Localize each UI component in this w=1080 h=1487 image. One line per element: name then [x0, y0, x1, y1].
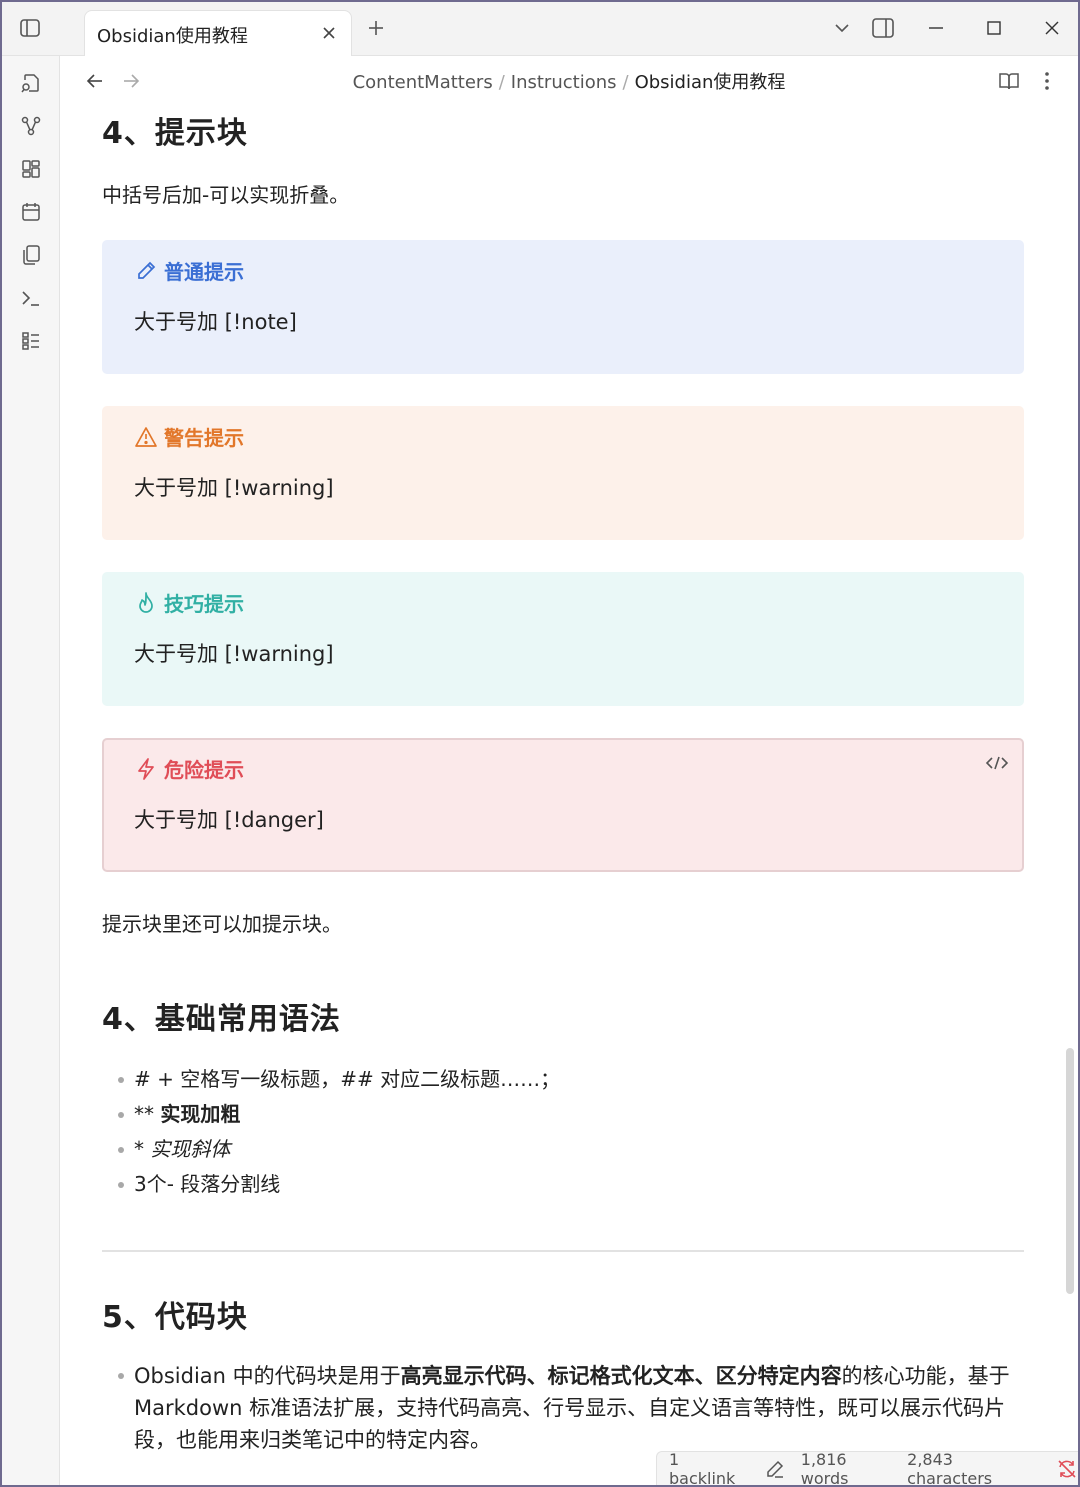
open-quick-switcher-icon[interactable] — [18, 70, 44, 96]
command-palette-icon[interactable] — [18, 285, 44, 311]
graph-view-icon[interactable] — [18, 113, 44, 139]
callout-tip[interactable]: 技巧提示 大于号加 [!warning] — [102, 572, 1024, 706]
text: Obsidian 中的代码块是用于 — [134, 1364, 401, 1388]
daily-note-icon[interactable] — [18, 199, 44, 225]
zap-icon — [134, 757, 158, 781]
breadcrumb: ContentMatters / Instructions / Obsidian使用教程 — [60, 68, 1078, 94]
callout-title-text: 警告提示 — [164, 426, 244, 450]
reading-view-icon[interactable] — [996, 68, 1022, 94]
list-item: 3个- 段落分割线 — [116, 1167, 560, 1202]
callout-body: 大于号加 [!warning] — [134, 642, 334, 666]
more-options-icon[interactable] — [1034, 68, 1060, 94]
left-ribbon — [2, 56, 60, 1485]
app-window: Obsidian使用教程 ContentMatters / Instructio… — [0, 0, 1080, 1487]
tab-obsidian-tutorial[interactable]: Obsidian使用教程 — [84, 10, 352, 56]
chevron-down-icon[interactable] — [828, 14, 856, 42]
flame-icon — [134, 591, 158, 615]
list-item-bold-text: 实现加粗 — [160, 1102, 241, 1126]
heading-code-block: 5、代码块 — [102, 1300, 248, 1335]
callout-body: 大于号加 [!warning] — [134, 476, 334, 500]
callout-title-text: 技巧提示 — [164, 592, 244, 616]
title-bar: Obsidian使用教程 — [2, 2, 1078, 56]
sidebar-toggle-icon[interactable] — [18, 16, 42, 40]
templates-icon[interactable] — [18, 242, 44, 268]
breadcrumb-item-instructions[interactable]: Instructions — [511, 72, 617, 93]
list-item: * 实现斜体 — [116, 1132, 560, 1167]
backlink-count[interactable]: 1 backlink — [669, 1450, 749, 1486]
maximize-icon[interactable] — [980, 14, 1008, 42]
heading-basic-syntax: 4、基础常用语法 — [102, 1002, 341, 1037]
callout-title-text: 危险提示 — [164, 758, 244, 782]
list-item-text: 3个- 段落分割线 — [134, 1172, 281, 1196]
canvas-icon[interactable] — [18, 156, 44, 182]
paragraph-nested-callouts: 提示块里还可以加提示块。 — [102, 912, 342, 936]
callout-title-text: 普通提示 — [164, 260, 244, 284]
list-item-italic-text: 实现斜体 — [150, 1137, 231, 1161]
callout-body: 大于号加 [!danger] — [134, 808, 324, 832]
breadcrumb-item-contentmatters[interactable]: ContentMatters — [353, 72, 493, 93]
edit-icon[interactable] — [765, 1459, 785, 1479]
minimize-icon[interactable] — [922, 14, 950, 42]
plus-icon[interactable] — [364, 16, 388, 40]
list-item-prefix: * — [134, 1137, 151, 1161]
sync-error-icon[interactable] — [1056, 1458, 1078, 1480]
outline-icon[interactable] — [18, 328, 44, 354]
syntax-list: # + 空格写一级标题，## 对应二级标题……； ** 实现加粗 * 实现斜体 … — [116, 1062, 560, 1202]
close-icon[interactable] — [319, 23, 339, 43]
callout-danger[interactable]: 危险提示 大于号加 [!danger] — [102, 738, 1024, 872]
view-header: ContentMatters / Instructions / Obsidian使用教程 — [60, 56, 1078, 106]
horizontal-rule — [102, 1250, 1024, 1252]
paragraph-fold-hint: 中括号后加-可以实现折叠。 — [102, 183, 350, 207]
callout-warning[interactable]: 警告提示 大于号加 [!warning] — [102, 406, 1024, 540]
list-item: ** 实现加粗 — [116, 1097, 560, 1132]
callout-body: 大于号加 [!note] — [134, 310, 297, 334]
breadcrumb-separator: / — [622, 72, 629, 93]
tab-title: Obsidian使用教程 — [97, 26, 248, 47]
list-item: # + 空格写一级标题，## 对应二级标题……； — [116, 1062, 560, 1097]
main-pane: ContentMatters / Instructions / Obsidian使用教程… — [60, 56, 1078, 1485]
callout-title: 危险提示 — [134, 754, 244, 783]
list-item-prefix: ** — [134, 1102, 161, 1126]
callout-title: 普通提示 — [134, 256, 244, 285]
callout-title: 技巧提示 — [134, 588, 244, 617]
bold-text: 高亮显示代码、标记格式化文本、区分特定内容 — [400, 1364, 842, 1388]
callout-title: 警告提示 — [134, 422, 244, 451]
breadcrumb-separator: / — [498, 72, 505, 93]
status-bar: 1 backlink 1,816 words 2,843 characters — [656, 1449, 1078, 1487]
right-sidebar-icon[interactable] — [869, 14, 897, 42]
character-count: 2,843 characters — [907, 1449, 993, 1487]
scrollbar[interactable] — [1066, 1048, 1074, 1294]
list-item-text: # + 空格写一级标题，## 对应二级标题……； — [134, 1067, 561, 1091]
heading-callouts: 4、提示块 — [102, 116, 248, 151]
pencil-icon — [134, 259, 158, 283]
edit-source-code-icon[interactable] — [984, 752, 1010, 774]
list-item-code-description: Obsidian 中的代码块是用于高亮显示代码、标记格式化文本、区分特定内容的核… — [116, 1360, 1024, 1456]
alert-triangle-icon — [134, 425, 158, 449]
word-count: 1,816 words — [800, 1449, 849, 1487]
window-close-icon[interactable] — [1038, 14, 1066, 42]
breadcrumb-item-current-note[interactable]: Obsidian使用教程 — [635, 72, 786, 93]
callout-note[interactable]: 普通提示 大于号加 [!note] — [102, 240, 1024, 374]
